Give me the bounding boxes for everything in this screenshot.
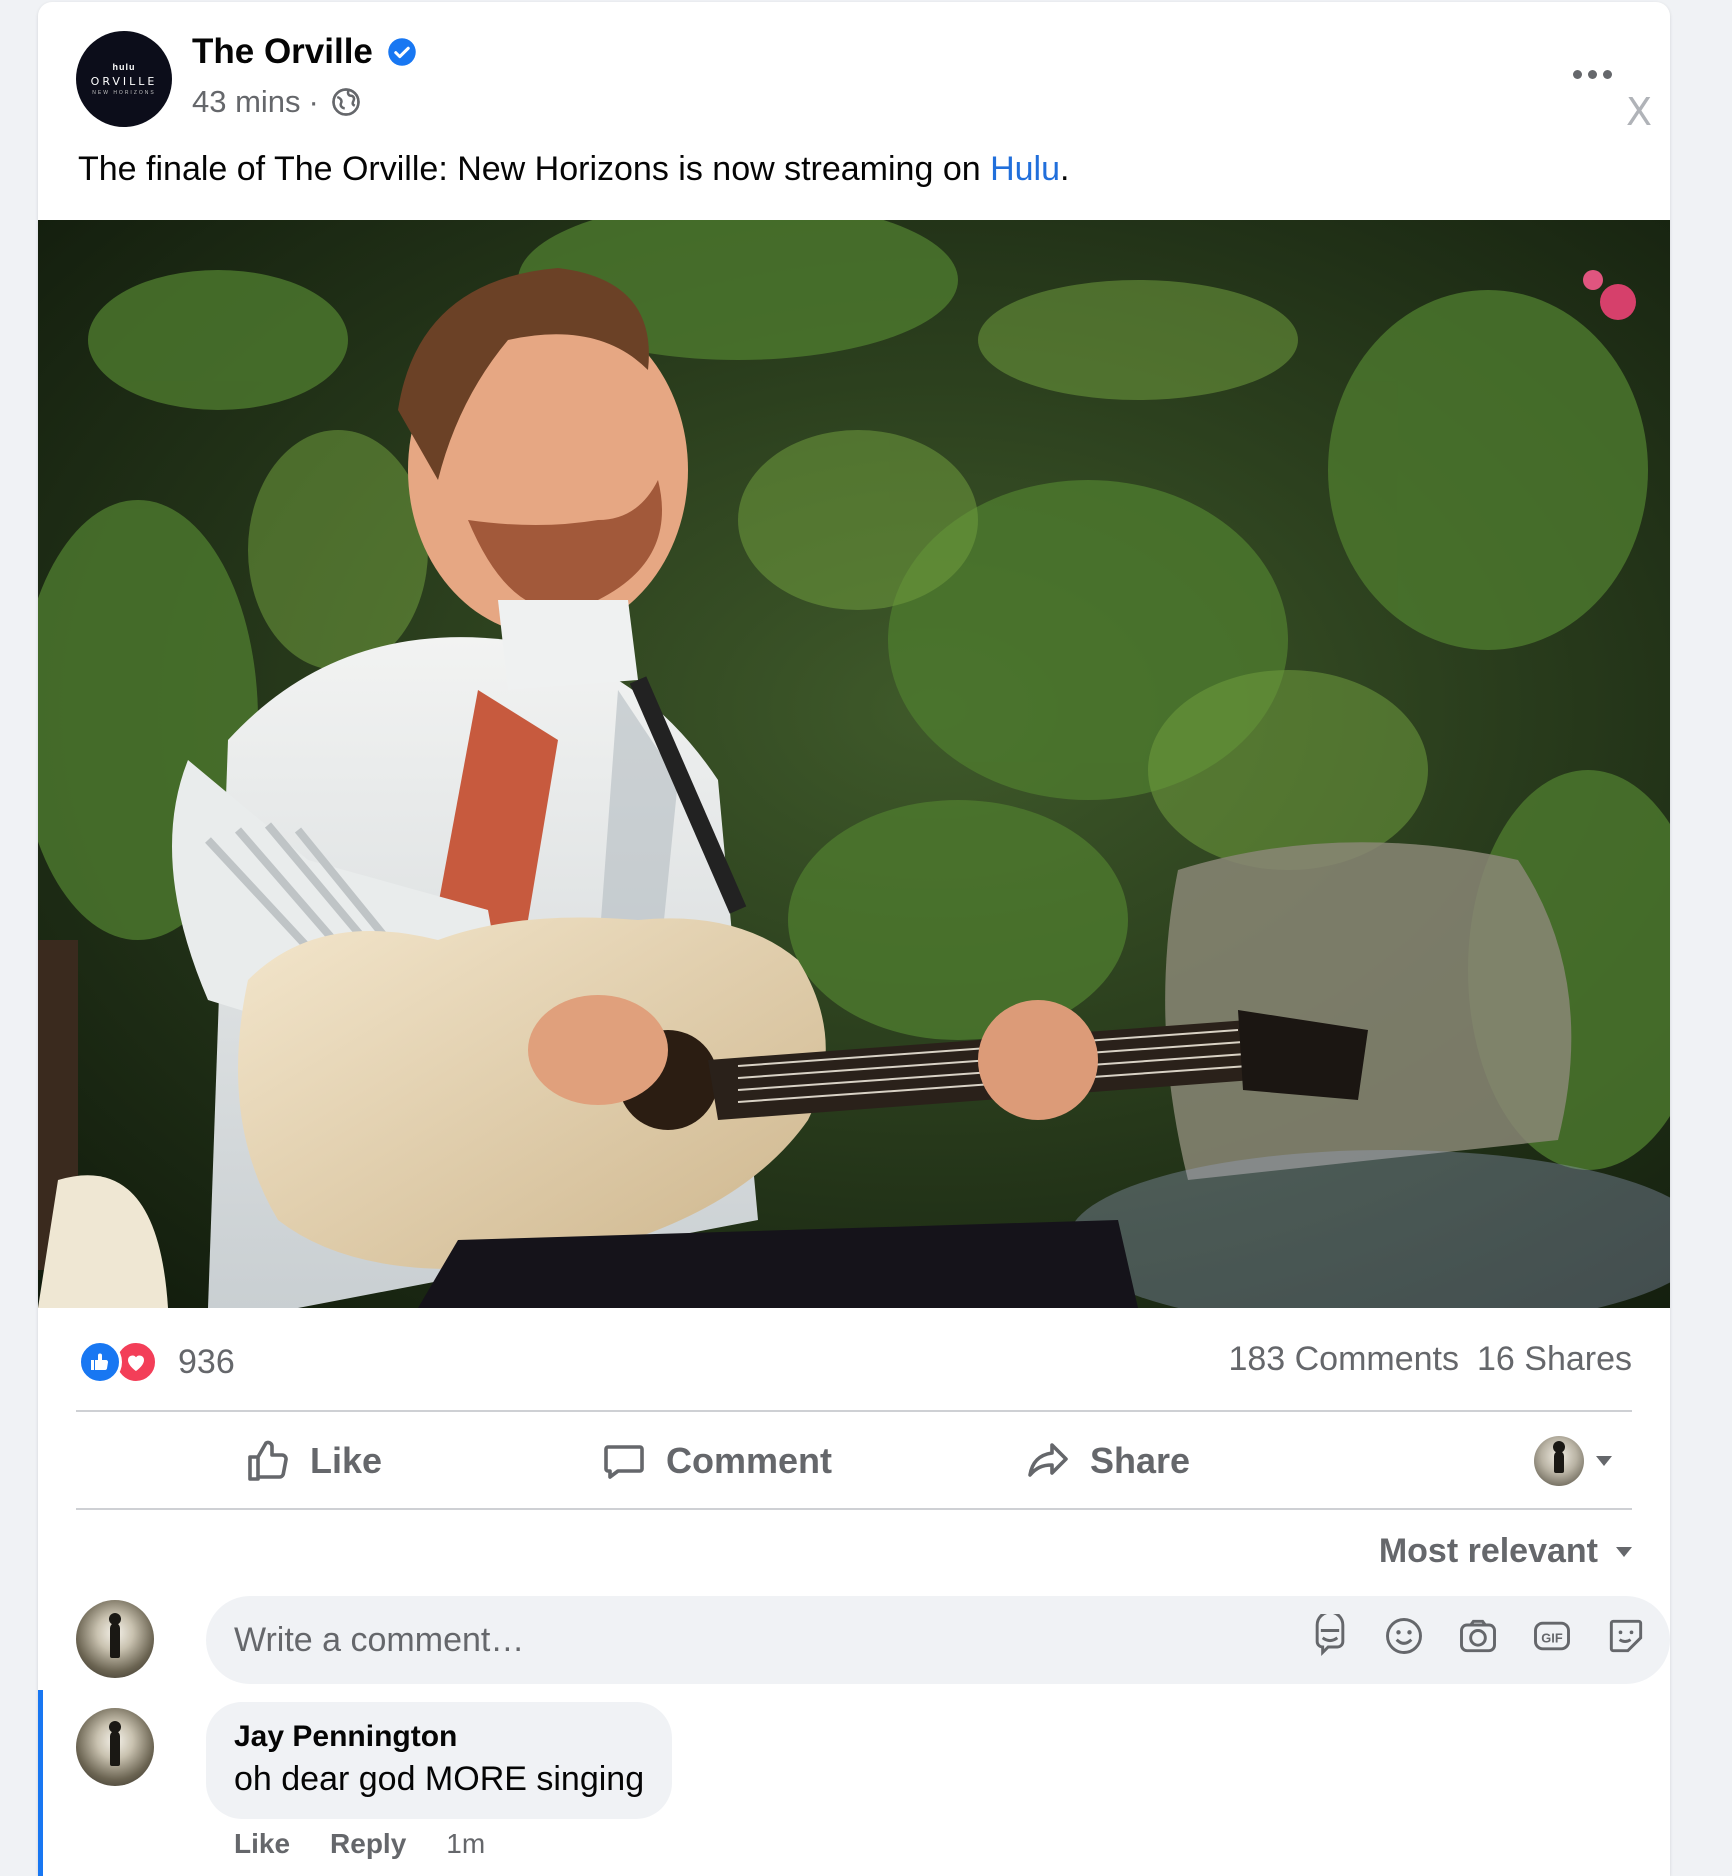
camera-icon[interactable] [1456, 1614, 1500, 1658]
emoji-icon[interactable] [1382, 1614, 1426, 1658]
comment-composer: GIF [206, 1596, 1670, 1684]
comment-author[interactable]: Jay Pennington [234, 1720, 644, 1754]
page-name-row: The Orville [192, 32, 417, 72]
share-arrow-icon [1028, 1443, 1068, 1477]
post-photo[interactable] [38, 220, 1670, 1308]
share-label: Share [1090, 1440, 1191, 1481]
post-text-body: The finale of The Orville: New Horizons … [78, 150, 991, 188]
svg-text:GIF: GIF [1541, 1630, 1563, 1645]
profile-avatar [1534, 1436, 1584, 1486]
comment-bubble: Jay Pennington oh dear god MORE singing [206, 1702, 673, 1819]
like-label: Like [310, 1440, 383, 1481]
comment-reply-button[interactable]: Reply [330, 1828, 406, 1860]
reaction-count[interactable]: 936 [178, 1343, 235, 1382]
avatar-sticker-icon[interactable] [1308, 1614, 1352, 1658]
more-options-button[interactable] [1564, 54, 1620, 94]
dot-icon [1572, 69, 1582, 79]
comment-bubble-icon [604, 1445, 644, 1479]
verified-badge-icon [387, 37, 417, 67]
comment-text: oh dear god MORE singing [234, 1760, 645, 1798]
comment-actions: Like Reply 1m [234, 1828, 485, 1860]
action-bar: Like Comment Share [76, 1420, 1632, 1502]
commenter-avatar[interactable] [76, 1708, 154, 1786]
engagement-stats: 183 Comments 16 Shares [1228, 1340, 1632, 1379]
avatar-subtitle: NEW HORIZONS [92, 90, 156, 96]
post-time[interactable]: 43 mins [192, 84, 301, 120]
close-button[interactable]: X [1626, 90, 1652, 134]
avatar-brand-top: hulu [112, 62, 136, 72]
reaction-profile-selector[interactable] [1534, 1436, 1612, 1486]
sort-label: Most relevant [1378, 1532, 1598, 1570]
thumbs-up-icon [248, 1440, 288, 1481]
page-avatar[interactable]: hulu ORVILLE NEW HORIZONS [76, 31, 172, 127]
comment-label: Comment [666, 1440, 833, 1481]
divider [76, 1508, 1632, 1510]
post-card: hulu ORVILLE NEW HORIZONS The Orville 43… [38, 2, 1670, 1876]
composer-icons: GIF [1308, 1614, 1648, 1658]
current-user-avatar[interactable] [76, 1600, 154, 1678]
comment-input[interactable] [234, 1596, 1234, 1684]
reactions-summary[interactable]: 936 [78, 1340, 235, 1384]
avatar-wordmark: ORVILLE [90, 75, 158, 88]
divider [76, 1410, 1632, 1412]
hulu-link[interactable]: Hulu [990, 150, 1060, 188]
silhouette-icon [1553, 1441, 1565, 1473]
comment-time[interactable]: 1m [446, 1828, 485, 1860]
comment-sort-dropdown[interactable]: Most relevant [1379, 1532, 1632, 1571]
silhouette-icon [109, 1721, 121, 1766]
dot-icon [1602, 69, 1612, 79]
comment-like-button[interactable]: Like [234, 1828, 290, 1860]
shares-count[interactable]: 16 Shares [1477, 1340, 1632, 1379]
like-button[interactable]: Like [244, 1420, 382, 1502]
page-name[interactable]: The Orville [192, 32, 373, 72]
meta-separator: · [308, 84, 319, 119]
like-reaction-icon [78, 1340, 122, 1384]
post-text-end: . [1060, 150, 1070, 188]
comment-highlight-bar [38, 1690, 43, 1876]
globe-icon [331, 87, 361, 117]
chevron-down-icon [1596, 1456, 1612, 1466]
gif-icon[interactable]: GIF [1530, 1614, 1574, 1658]
sticker-icon[interactable] [1604, 1614, 1648, 1658]
comments-count[interactable]: 183 Comments [1228, 1340, 1459, 1379]
chevron-down-icon [1616, 1546, 1632, 1557]
comment-button[interactable]: Comment [600, 1420, 832, 1502]
post-meta: 43 mins · [192, 84, 361, 120]
share-button[interactable]: Share [1024, 1420, 1190, 1502]
dot-icon [1587, 69, 1597, 79]
silhouette-icon [109, 1613, 121, 1658]
post-text: The finale of The Orville: New Horizons … [78, 150, 1069, 189]
